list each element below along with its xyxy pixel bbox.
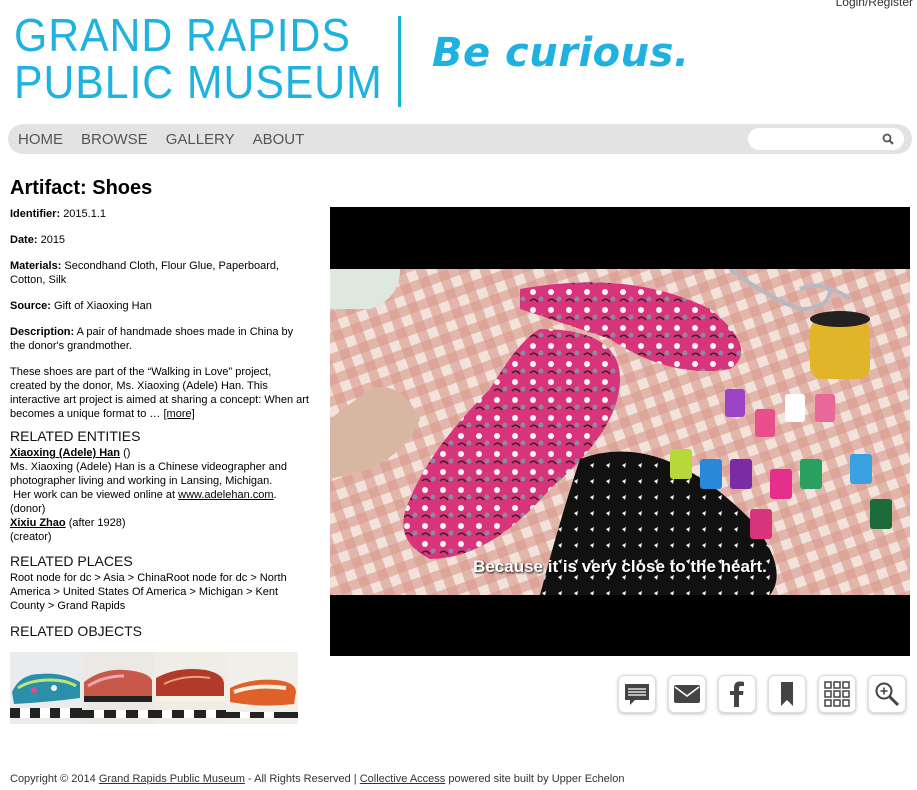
identifier-value: 2015.1.1 xyxy=(63,208,107,220)
related-places-heading: RELATED PLACES xyxy=(10,553,133,569)
comment-icon xyxy=(625,684,649,705)
facebook-button[interactable] xyxy=(718,675,756,713)
entity-1-bio: Ms. Xiaoxing (Adele) Han is a Chinese vi… xyxy=(10,461,287,487)
video-subtitle: Because it is very close to the heart. xyxy=(473,557,767,576)
shoe-photo-2 xyxy=(82,652,154,724)
shoe-photo-3 xyxy=(154,652,226,724)
video-still-image xyxy=(330,269,910,595)
bookmark-button[interactable] xyxy=(768,675,806,713)
share-toolbar xyxy=(618,675,906,713)
search-icon[interactable] xyxy=(882,133,894,145)
materials-row: Materials: Secondhand Cloth, Flour Glue,… xyxy=(10,259,310,287)
description-label: Description: xyxy=(10,326,75,338)
related-objects-strip xyxy=(10,652,298,724)
entity-2-role: (creator) xyxy=(10,531,52,543)
facebook-icon xyxy=(730,681,744,707)
entity-1-role: (donor) xyxy=(10,503,46,515)
related-object-thumb-1[interactable] xyxy=(10,652,82,724)
nav-browse[interactable]: BROWSE xyxy=(81,131,148,148)
mail-icon xyxy=(674,685,700,703)
entity-1-link[interactable]: Xiaoxing (Adele) Han xyxy=(10,447,120,459)
entity-1-bio-2: Her work can be viewed online at xyxy=(13,489,176,501)
related-places-path[interactable]: Root node for dc > Asia > ChinaRoot node… xyxy=(10,571,310,613)
entity-1-website-link[interactable]: www.adelehan.com xyxy=(178,489,273,501)
search-input[interactable] xyxy=(756,131,876,147)
entity-2-link[interactable]: Xixiu Zhao xyxy=(10,517,66,529)
related-object-thumb-3[interactable] xyxy=(154,652,226,724)
comment-button[interactable] xyxy=(618,675,656,713)
video-player[interactable]: Because it is very close to the heart. xyxy=(330,207,910,656)
source-row: Source: Gift of Xiaoxing Han xyxy=(10,299,310,313)
logo-line-2: PUBLIC MUSEUM xyxy=(14,56,383,108)
logo-divider xyxy=(398,16,401,107)
source-label: Source: xyxy=(10,300,51,312)
footer-credit: powered site built by Upper Echelon xyxy=(448,773,625,785)
identifier-row: Identifier: 2015.1.1 xyxy=(10,207,310,221)
related-object-thumb-2[interactable] xyxy=(82,652,154,724)
logo-line-1: GRAND RAPIDS xyxy=(14,9,351,61)
shoe-photo-4 xyxy=(226,652,298,724)
artifact-info: Identifier: 2015.1.1 Date: 2015 Material… xyxy=(10,207,310,641)
description-extended: These shoes are part of the “Walking in … xyxy=(10,365,310,421)
lightbox-button[interactable] xyxy=(818,675,856,713)
nav-home[interactable]: HOME xyxy=(18,131,63,148)
nav-gallery[interactable]: GALLERY xyxy=(166,131,235,148)
footer: Copyright © 2014 Grand Rapids Public Mus… xyxy=(10,773,624,785)
source-value: Gift of Xiaoxing Han xyxy=(54,300,152,312)
date-label: Date: xyxy=(10,234,38,246)
related-objects-heading: RELATED OBJECTS xyxy=(10,623,142,639)
entity-1: Xiaoxing (Adele) Han () Ms. Xiaoxing (Ad… xyxy=(10,447,287,543)
shoe-photo-1 xyxy=(10,652,82,724)
entity-2-suffix: (after 1928) xyxy=(68,517,126,529)
grid-icon xyxy=(824,681,850,707)
page-title: Artifact: Shoes xyxy=(10,177,153,199)
search-box xyxy=(748,128,904,150)
entity-1-suffix: () xyxy=(123,447,131,459)
footer-museum-link[interactable]: Grand Rapids Public Museum xyxy=(99,773,245,785)
date-row: Date: 2015 xyxy=(10,233,310,247)
description-row: Description: A pair of handmade shoes ma… xyxy=(10,325,310,353)
date-value: 2015 xyxy=(40,234,66,246)
login-register-link[interactable]: Login/Register xyxy=(836,0,913,9)
nav-about[interactable]: ABOUT xyxy=(253,131,305,148)
email-button[interactable] xyxy=(668,675,706,713)
video-frame xyxy=(330,269,910,595)
tagline: Be curious. xyxy=(432,30,690,76)
identifier-label: Identifier: xyxy=(10,208,61,220)
description-more-text: These shoes are part of the “Walking in … xyxy=(10,366,309,420)
footer-copyright: Copyright © 2014 xyxy=(10,773,96,785)
footer-rights: - All Rights Reserved | xyxy=(248,773,357,785)
more-link[interactable]: [more] xyxy=(163,408,194,420)
footer-collective-access-link[interactable]: Collective Access xyxy=(360,773,446,785)
related-entities-heading: RELATED ENTITIES xyxy=(10,428,141,444)
museum-logo[interactable]: GRAND RAPIDS PUBLIC MUSEUM xyxy=(14,12,410,106)
main-nav: HOME BROWSE GALLERY ABOUT xyxy=(8,124,912,154)
bookmark-icon xyxy=(781,682,793,706)
materials-label: Materials: xyxy=(10,260,62,272)
zoom-button[interactable] xyxy=(868,675,906,713)
related-object-thumb-4[interactable] xyxy=(226,652,298,724)
zoom-icon xyxy=(875,682,900,707)
